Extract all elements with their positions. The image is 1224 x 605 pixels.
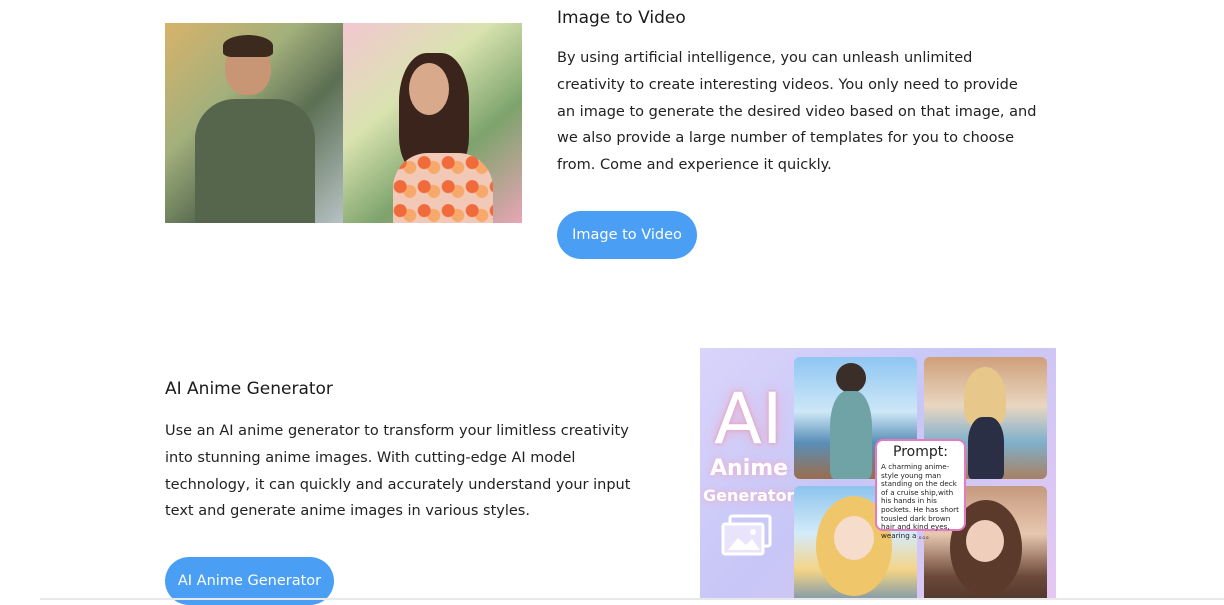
anime-word: Anime bbox=[710, 456, 789, 481]
image-icon bbox=[721, 514, 772, 556]
image-to-video-title: Image to Video bbox=[557, 8, 686, 28]
image-to-video-description: By using artificial intelligence, you ca… bbox=[557, 50, 1037, 174]
image-to-video-button[interactable]: Image to Video bbox=[557, 211, 697, 259]
image-to-video-illustration bbox=[165, 23, 522, 223]
page: Image to Video By using artificial intel… bbox=[0, 0, 1224, 605]
prompt-title: Prompt: bbox=[893, 444, 948, 460]
woman-photo bbox=[343, 23, 522, 223]
anime-generator-word: Generator bbox=[703, 486, 795, 505]
prompt-text: A charming anime-style young man standin… bbox=[881, 462, 959, 540]
ai-anime-description: Use an AI anime generator to transform y… bbox=[165, 423, 631, 520]
anime-big-text: AI bbox=[714, 378, 783, 460]
man-photo bbox=[165, 23, 343, 223]
ai-anime-title: AI Anime Generator bbox=[165, 379, 333, 399]
prompt-card: Prompt: A charming anime-style young man… bbox=[875, 439, 966, 540]
ai-anime-illustration: AI Anime Generator Prompt: A charming an… bbox=[700, 348, 1056, 600]
